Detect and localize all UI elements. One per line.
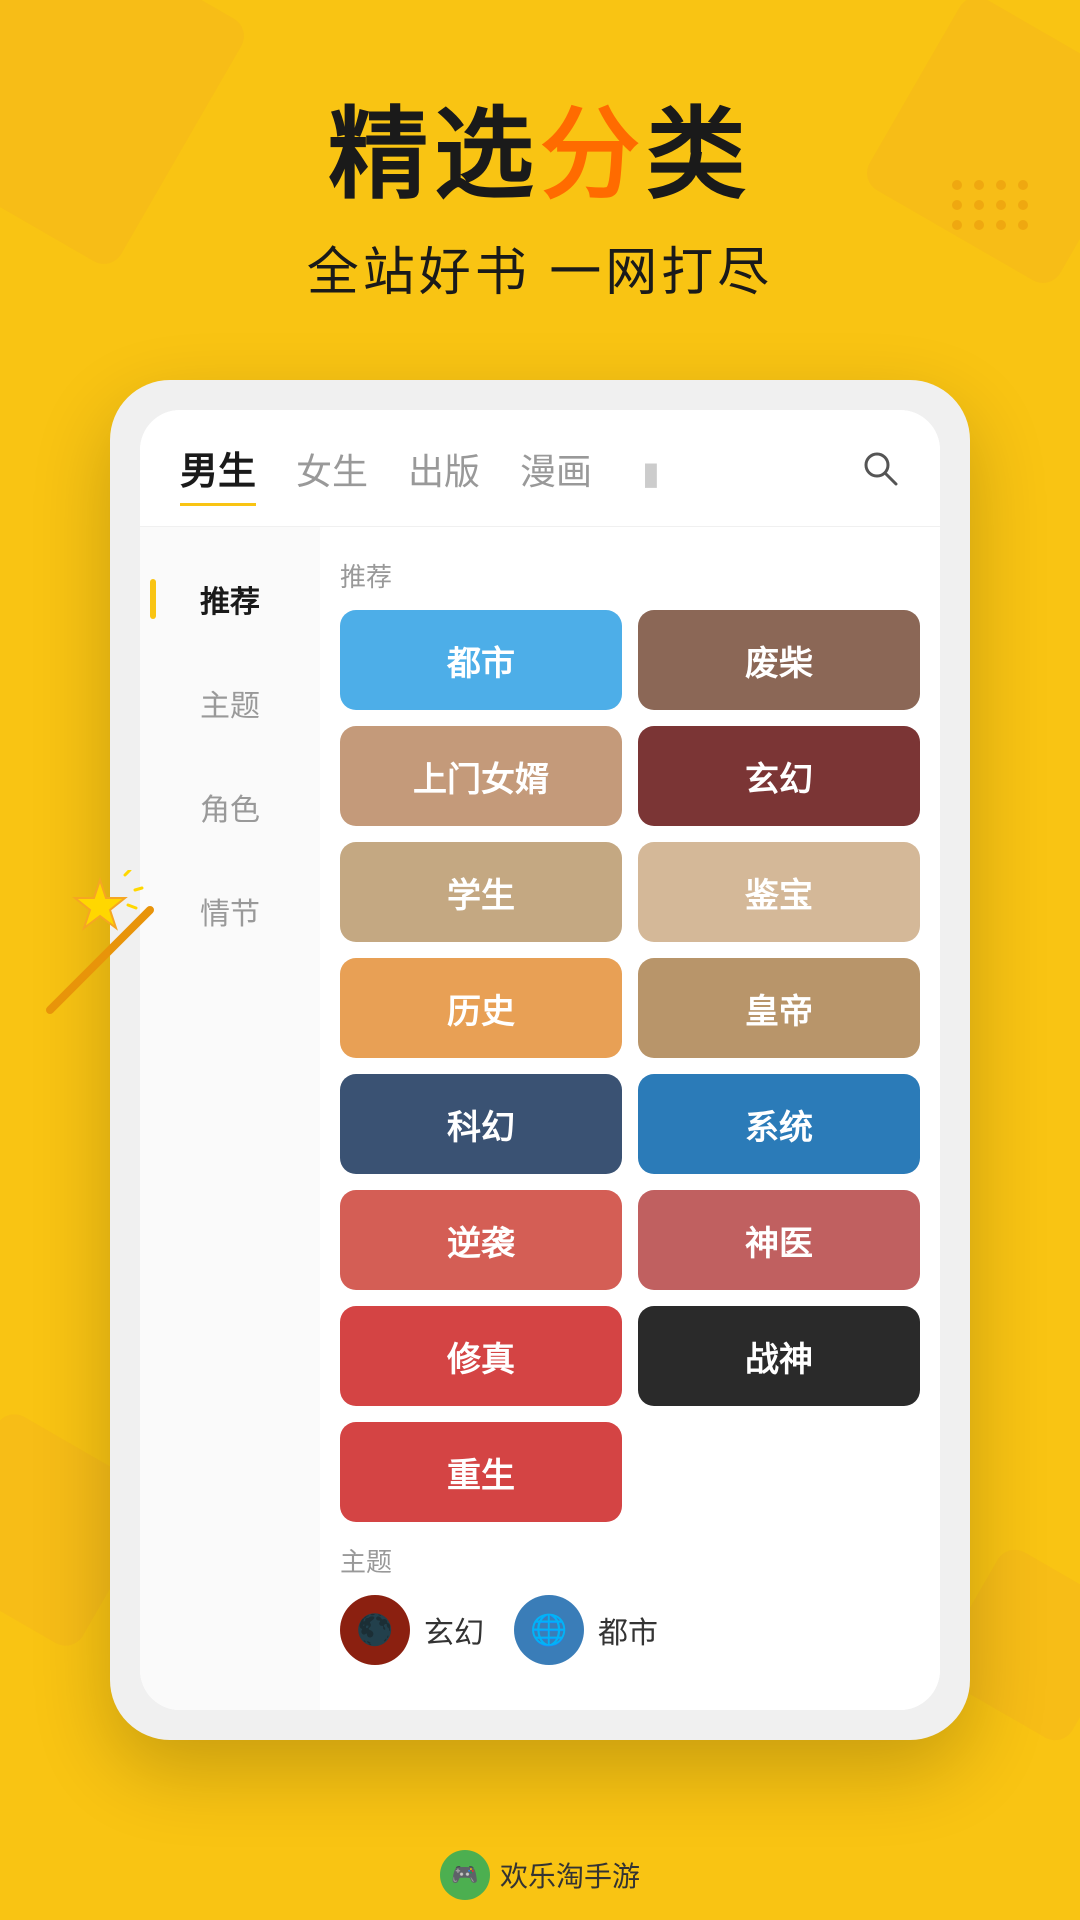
category-btn-上门女婿[interactable]: 上门女婿 — [340, 726, 622, 826]
tab-female[interactable]: 女生 — [296, 443, 368, 503]
category-btn-系统[interactable]: 系统 — [638, 1074, 920, 1174]
tab-male[interactable]: 男生 — [180, 440, 256, 506]
title-part1: 精选 — [328, 99, 540, 211]
category-btn-修真[interactable]: 修真 — [340, 1306, 622, 1406]
sidebar-item-role[interactable]: 角色 — [140, 755, 320, 859]
category-btn-重生[interactable]: 重生 — [340, 1422, 622, 1522]
xuanhuan-icon: 🌑 — [340, 1595, 410, 1665]
logo-text: 欢乐淘手游 — [500, 1855, 640, 1895]
dushi-icon: 🌐 — [514, 1595, 584, 1665]
bottom-section-label: 主题 — [340, 1542, 920, 1579]
category-btn-都市[interactable]: 都市 — [340, 610, 622, 710]
category-btn-历史[interactable]: 历史 — [340, 958, 622, 1058]
category-btn-逆袭[interactable]: 逆袭 — [340, 1190, 622, 1290]
category-btn-学生[interactable]: 学生 — [340, 842, 622, 942]
tab-publish[interactable]: 出版 — [408, 443, 480, 503]
sidebar-item-recommended[interactable]: 推荐 — [140, 547, 320, 651]
category-btn-鉴宝[interactable]: 鉴宝 — [638, 842, 920, 942]
dushi-label: 都市 — [598, 1608, 658, 1652]
category-btn-科幻[interactable]: 科幻 — [340, 1074, 622, 1174]
sub-title: 全站好书 一网打尽 — [60, 230, 1020, 305]
title-part2: 类 — [646, 99, 752, 211]
bottom-logo: 🎮 欢乐淘手游 — [440, 1850, 640, 1900]
category-btn-玄幻[interactable]: 玄幻 — [638, 726, 920, 826]
bottom-item-dushi[interactable]: 🌐 都市 — [514, 1595, 658, 1665]
section-label: 推荐 — [340, 557, 920, 594]
title-highlight: 分 — [540, 99, 646, 211]
category-btn-神医[interactable]: 神医 — [638, 1190, 920, 1290]
sidebar: 推荐 主题 角色 情节 — [140, 527, 320, 1710]
phone-frame: 男生 女生 出版 漫画 ▮ 推荐 主题 角色 情节 推荐 — [110, 380, 970, 1740]
xuanhuan-label: 玄幻 — [424, 1608, 484, 1652]
tab-more-icon[interactable]: ▮ — [642, 454, 660, 492]
content-area: 推荐 主题 角色 情节 推荐 都市废柴上门女婿玄幻学生鉴宝历史皇帝科幻系统逆袭神… — [140, 527, 940, 1710]
search-icon[interactable] — [860, 448, 900, 498]
category-grid: 都市废柴上门女婿玄幻学生鉴宝历史皇帝科幻系统逆袭神医修真战神重生 — [340, 610, 920, 1522]
category-btn-废柴[interactable]: 废柴 — [638, 610, 920, 710]
bottom-items: 🌑 玄幻 🌐 都市 — [340, 1595, 920, 1665]
sidebar-item-theme[interactable]: 主题 — [140, 651, 320, 755]
logo-icon: 🎮 — [440, 1850, 490, 1900]
wand-decoration — [30, 870, 190, 1030]
category-grid-area: 推荐 都市废柴上门女婿玄幻学生鉴宝历史皇帝科幻系统逆袭神医修真战神重生 主题 🌑… — [320, 527, 940, 1710]
phone-screen: 男生 女生 出版 漫画 ▮ 推荐 主题 角色 情节 推荐 — [140, 410, 940, 1710]
header-section: 精选分类 全站好书 一网打尽 — [0, 0, 1080, 365]
category-btn-皇帝[interactable]: 皇帝 — [638, 958, 920, 1058]
main-title: 精选分类 — [60, 100, 1020, 210]
tab-comic[interactable]: 漫画 — [520, 443, 592, 503]
category-btn-战神[interactable]: 战神 — [638, 1306, 920, 1406]
bottom-item-xuanhuan[interactable]: 🌑 玄幻 — [340, 1595, 484, 1665]
tab-bar: 男生 女生 出版 漫画 ▮ — [140, 410, 940, 527]
